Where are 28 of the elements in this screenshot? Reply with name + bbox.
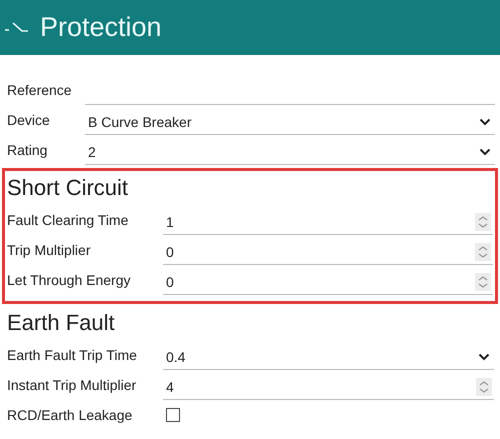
field-label: Earth Fault Trip Time — [7, 347, 138, 363]
spin-arrows-icon[interactable] — [476, 378, 492, 396]
field-label: Rating — [7, 142, 48, 158]
dropdown[interactable]: B Curve Breaker — [85, 110, 495, 134]
dropdown[interactable]: 2 — [85, 140, 495, 164]
spin-arrows-icon[interactable] — [475, 272, 491, 290]
checkbox[interactable] — [166, 408, 180, 422]
dropdown[interactable]: 0.4 — [163, 344, 494, 370]
field-label: Reference — [7, 82, 73, 98]
section-heading: Earth Fault — [7, 309, 116, 337]
spin-arrows-icon[interactable] — [475, 242, 491, 260]
spinner-field[interactable]: 4 — [163, 374, 494, 400]
field-label: Let Through Energy — [7, 272, 132, 288]
field-label: RCD/Earth Leakage — [7, 407, 134, 423]
switch-icon — [4, 20, 30, 34]
field-label: Device — [7, 112, 51, 128]
spinner-field[interactable]: 0 — [163, 270, 493, 294]
field-label: Trip Multiplier — [7, 242, 92, 258]
field-label: Fault Clearing Time — [7, 212, 130, 228]
field-label: Instant Trip Multiplier — [7, 377, 138, 393]
header-title: Protection — [40, 12, 162, 43]
section-heading: Short Circuit — [7, 174, 130, 202]
spinner-field[interactable]: 0 — [163, 240, 493, 264]
spinner-field[interactable]: 1 — [163, 210, 493, 234]
chevron-down-icon[interactable] — [479, 118, 491, 126]
chevron-down-icon[interactable] — [479, 148, 491, 156]
chevron-down-icon[interactable] — [478, 352, 490, 360]
spin-arrows-icon[interactable] — [475, 212, 491, 230]
